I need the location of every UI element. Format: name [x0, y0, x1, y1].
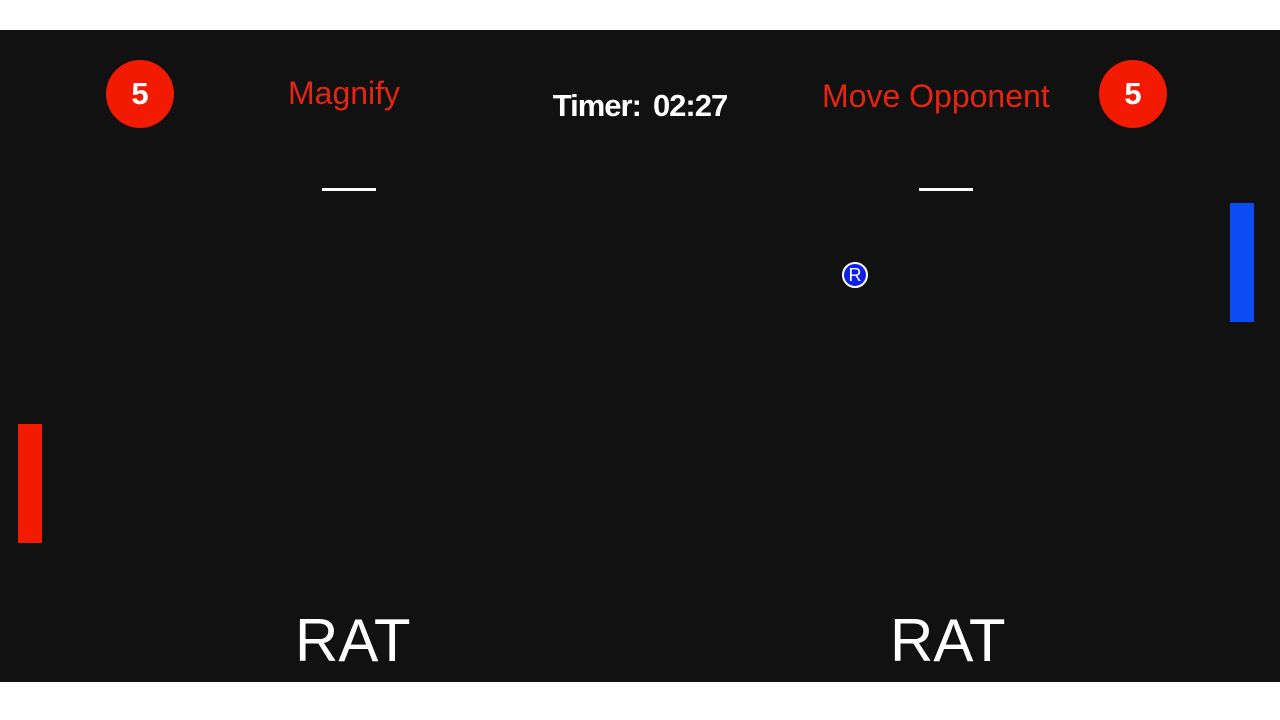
right-paddle[interactable]	[1230, 203, 1254, 322]
right-score-badge: 5	[1099, 60, 1167, 128]
right-score-value: 5	[1124, 76, 1142, 111]
timer-value: 02:27	[652, 88, 728, 123]
ball: R	[842, 262, 868, 288]
right-powerup-status	[919, 188, 973, 191]
left-player-name: RAT	[295, 607, 411, 674]
timer-label: Timer:	[552, 88, 642, 123]
game-board[interactable]: 5 Magnify Timer: 02:27 Move Opponent 5 R …	[0, 30, 1280, 682]
right-player-name: RAT	[890, 607, 1006, 674]
bottom-strip	[0, 682, 1280, 720]
ball-label: R	[848, 265, 862, 285]
right-powerup-label: Move Opponent	[822, 78, 1050, 114]
left-paddle[interactable]	[18, 424, 42, 543]
match-timer: Timer: 02:27	[0, 88, 1280, 124]
left-powerup-status	[322, 188, 376, 191]
